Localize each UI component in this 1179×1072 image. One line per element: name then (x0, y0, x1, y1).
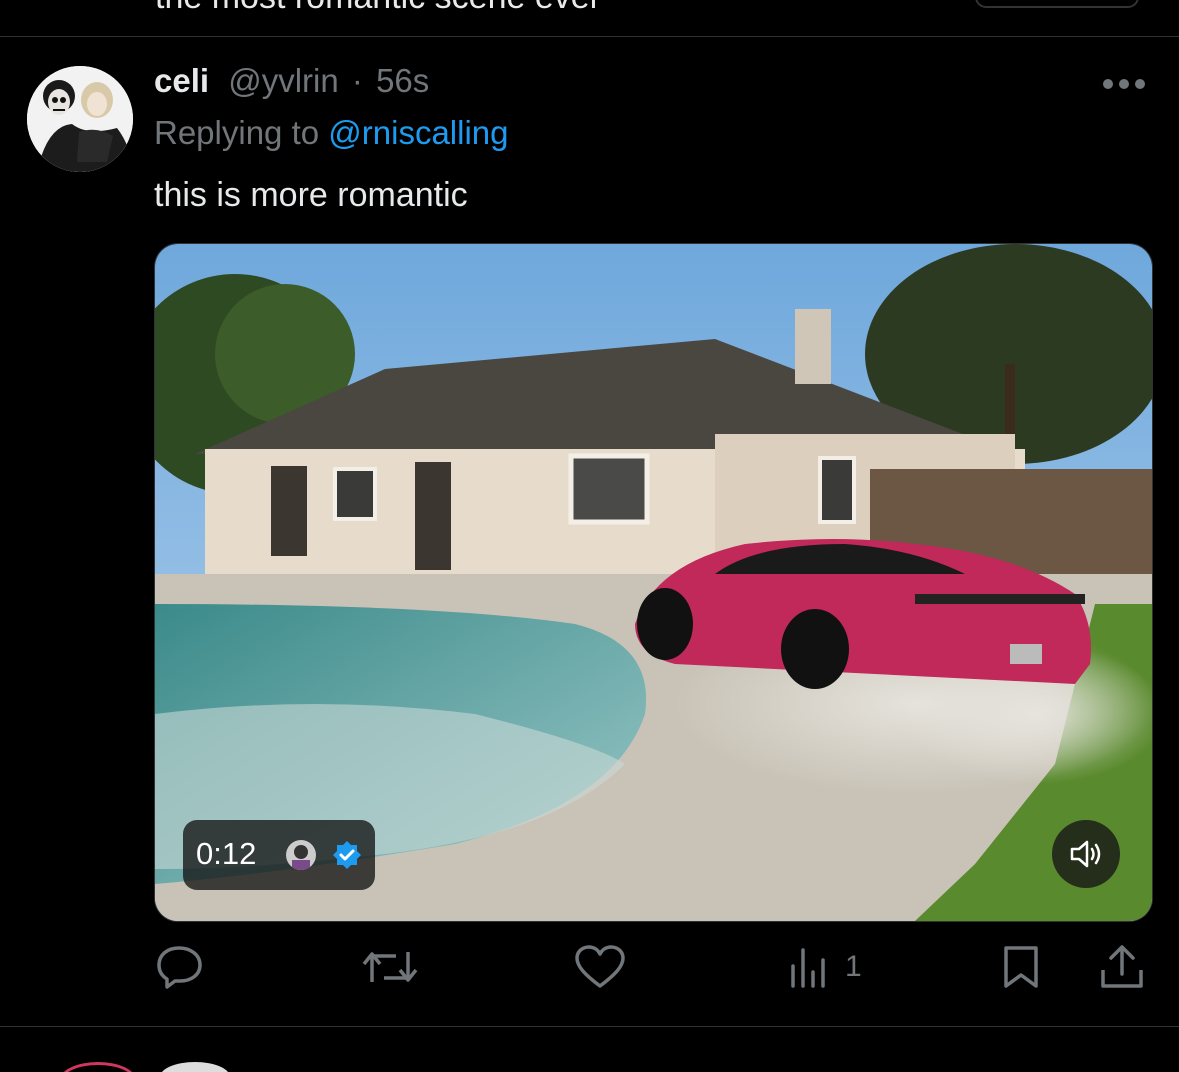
divider (0, 1026, 1179, 1027)
views-icon (791, 948, 825, 988)
divider (0, 36, 1179, 37)
handle[interactable]: @yvlrin (228, 62, 339, 99)
bookmark-icon (1004, 946, 1038, 988)
separator: · (351, 62, 363, 99)
display-name[interactable]: celi (154, 62, 209, 99)
next-tweet-avatar-edge (160, 1062, 230, 1072)
views-button[interactable]: 1 (789, 944, 862, 990)
tweet-header: celi @yvlrin · 56s (154, 62, 429, 100)
timestamp[interactable]: 56s (376, 62, 429, 99)
bookmark-button[interactable] (1000, 944, 1042, 990)
speaker-icon (1070, 840, 1101, 868)
views-count: 1 (845, 950, 862, 983)
verified-icon (331, 839, 363, 871)
reply-mention-link[interactable]: @rniscalling (328, 114, 508, 151)
previous-tweet-text: the most romantic scene ever (155, 0, 601, 17)
previous-tweet-pill (975, 0, 1139, 8)
reply-button[interactable] (155, 944, 219, 990)
share-icon (1101, 945, 1143, 988)
next-tweet-avatar-edge (60, 1062, 136, 1072)
repost-button[interactable] (362, 944, 432, 990)
avatar[interactable] (27, 66, 133, 172)
reply-context: Replying to @rniscalling (154, 114, 509, 152)
like-button[interactable] (574, 944, 640, 990)
share-button[interactable] (1099, 944, 1145, 990)
more-icon[interactable] (1100, 72, 1148, 96)
badge-avatar (286, 840, 316, 870)
like-icon (575, 945, 625, 988)
reply-icon (157, 946, 202, 989)
tweet-text: this is more romantic (154, 176, 468, 214)
timeline: the most romantic scene ever celi @yvlri… (0, 0, 1179, 1072)
video-duration: 0:12 (196, 836, 257, 871)
reply-prefix: Replying to (154, 114, 320, 151)
sound-toggle-button[interactable] (1052, 820, 1120, 888)
repost-icon (362, 952, 418, 982)
